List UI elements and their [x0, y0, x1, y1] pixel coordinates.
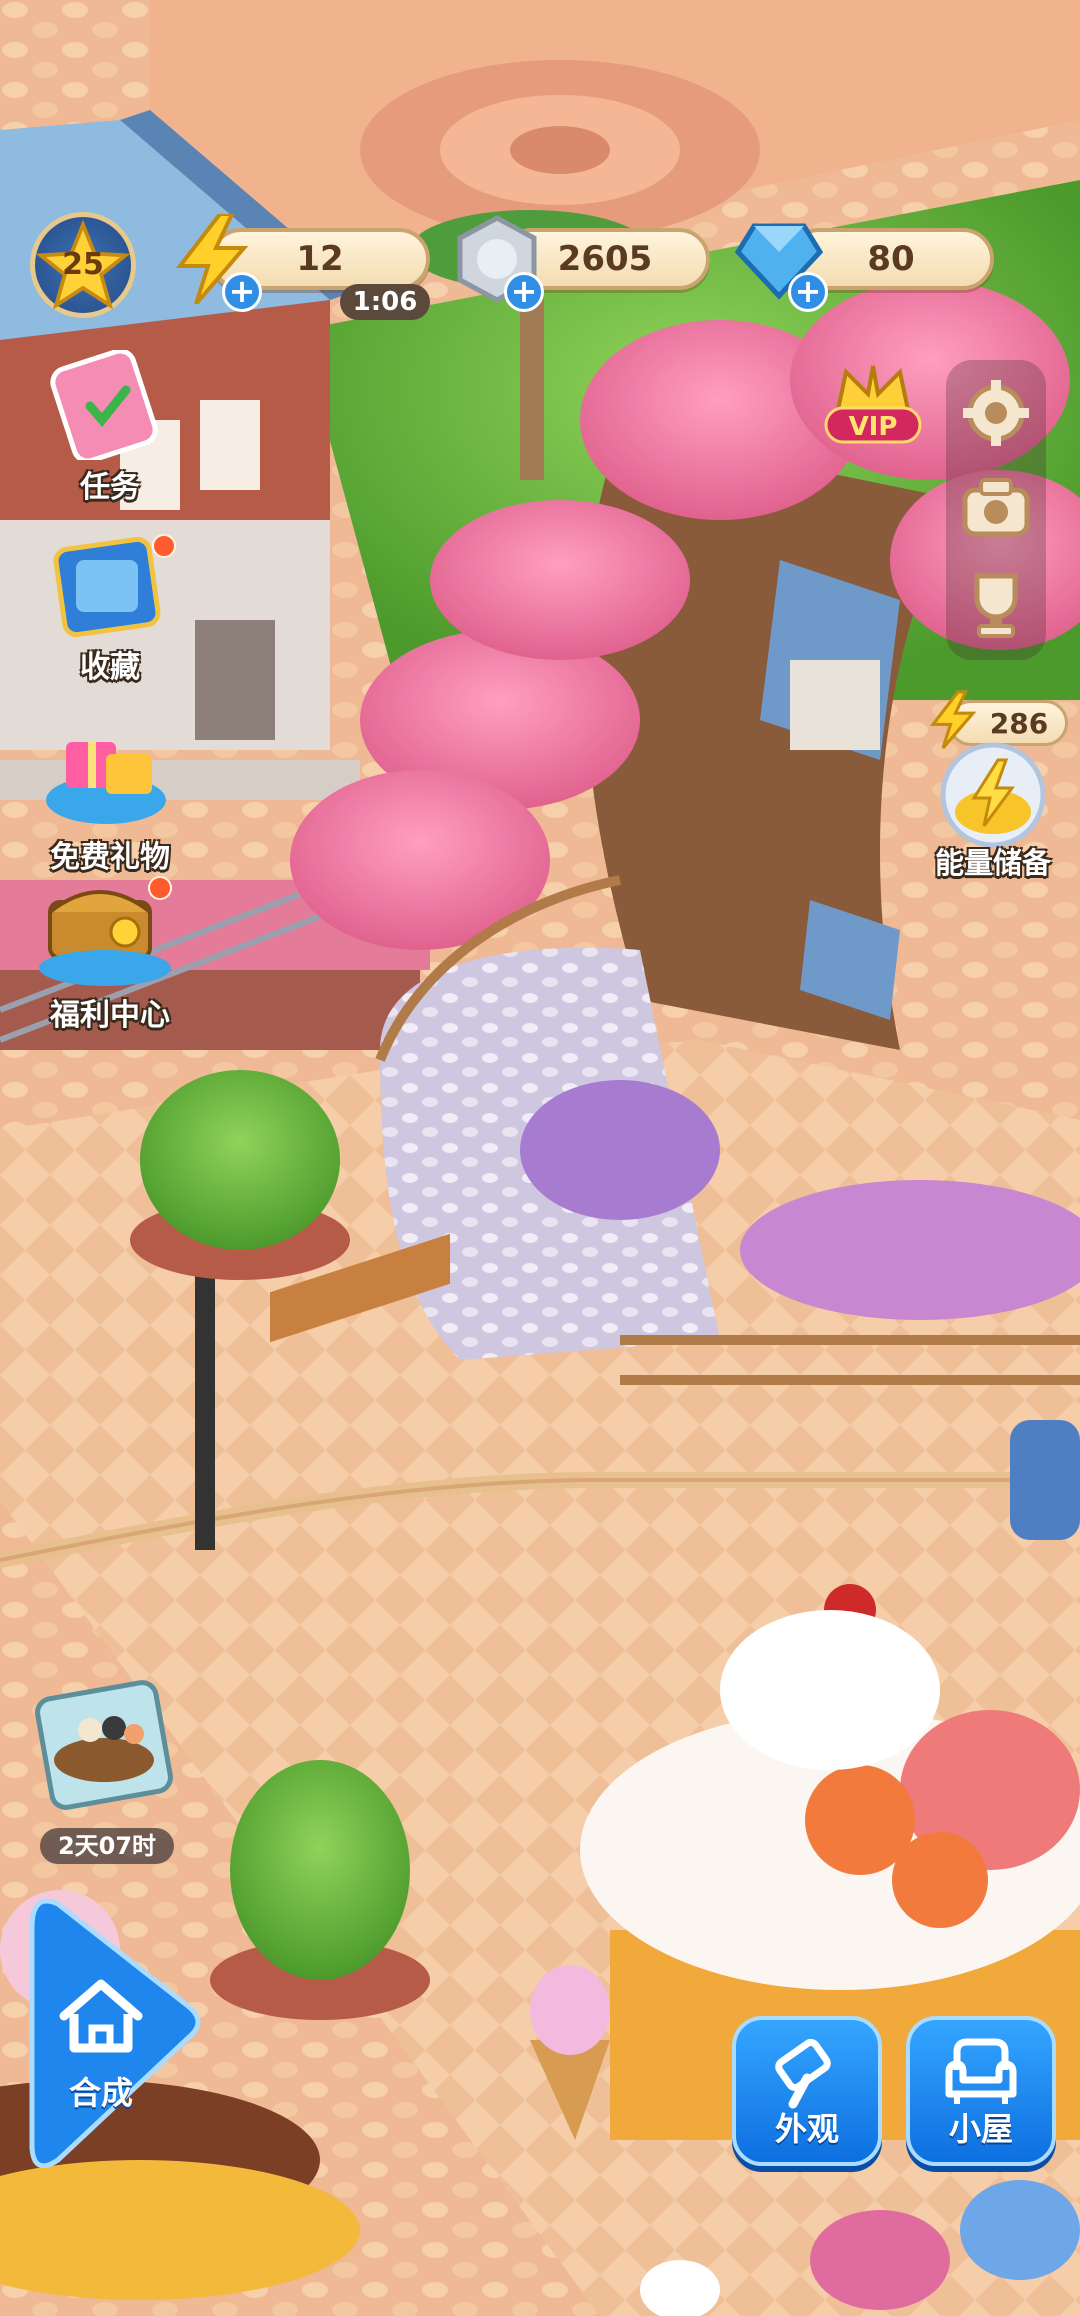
merge-label: 合成: [68, 2074, 133, 2112]
energy-plus-button[interactable]: +: [222, 272, 262, 312]
armchair-icon: [945, 2038, 1017, 2104]
settings-button[interactable]: [959, 376, 1033, 450]
menu-label-free-gift: 免费礼物: [50, 840, 170, 875]
merge-button[interactable]: 合成: [18, 1898, 208, 2168]
vip-label: VIP: [848, 412, 898, 442]
appearance-button[interactable]: 外观: [732, 2016, 882, 2166]
right-toolbar: [946, 360, 1046, 660]
coins-value: 2605: [557, 239, 653, 279]
energy-timer: 1:06: [340, 284, 430, 320]
event-timer-text: 2天07时: [57, 1832, 157, 1860]
menu-item-free-gift[interactable]: 免费礼物: [20, 720, 200, 875]
energy-timer-text: 1:06: [352, 287, 418, 317]
home-icon: [59, 1979, 143, 2053]
menu-label-tasks: 任务: [80, 470, 140, 505]
menu-label-welfare: 福利中心: [50, 998, 170, 1033]
energy-reserve-label: 能量储备: [934, 846, 1051, 880]
menu-item-tasks[interactable]: 任务: [20, 350, 200, 505]
energy-reserve-value: 286: [989, 707, 1049, 740]
appearance-label: 外观: [774, 2110, 839, 2148]
camera-icon: [962, 478, 1030, 537]
trophy-icon: [974, 573, 1018, 638]
welfare-notify-dot: [148, 876, 172, 900]
camera-button[interactable]: [959, 470, 1033, 544]
gift-icon: [46, 742, 166, 824]
event-book-icon: [35, 1680, 173, 1810]
menu-label-collection: 收藏: [80, 650, 140, 685]
level-badge[interactable]: 25: [30, 212, 136, 318]
energy-reserve[interactable]: 286 能量储备: [920, 690, 1080, 890]
vip-badge[interactable]: VIP: [818, 360, 928, 450]
brush-icon: [775, 2038, 831, 2109]
menu-item-collection[interactable]: 收藏: [20, 530, 200, 685]
gems-plus-button[interactable]: +: [788, 272, 828, 312]
menu-item-welfare[interactable]: 福利中心: [20, 872, 200, 1033]
collection-notify-dot: [152, 534, 176, 558]
trophy-button[interactable]: [959, 568, 1033, 642]
event-timer: 2天07时: [40, 1828, 174, 1864]
left-menu: 任务 收藏 免费礼物 福利中心: [0, 350, 200, 1050]
gems-value: 80: [867, 239, 915, 279]
top-hud: 25 12 + 1:06 2605 + 80 +: [0, 0, 1080, 320]
energy-orb-icon: [940, 742, 1046, 848]
level-value: 25: [62, 247, 104, 282]
house-button[interactable]: 小屋: [906, 2016, 1056, 2166]
phone-icon: [50, 350, 158, 460]
gear-icon: [963, 380, 1029, 446]
coins-plus-button[interactable]: +: [504, 272, 544, 312]
energy-value: 12: [296, 239, 344, 279]
event-entry[interactable]: 2天07时: [20, 1680, 190, 1870]
house-label: 小屋: [948, 2110, 1013, 2148]
